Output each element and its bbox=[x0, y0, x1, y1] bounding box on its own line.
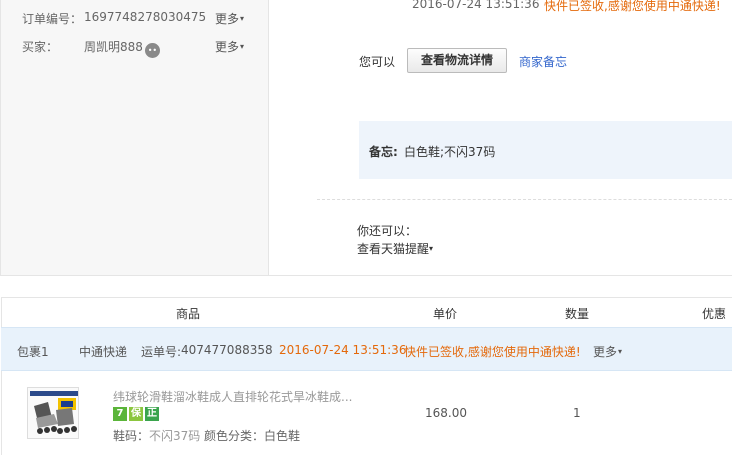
authentic-icon[interactable]: 正 bbox=[145, 407, 159, 421]
color-value: 白色鞋 bbox=[264, 429, 301, 443]
item-price: 168.00 bbox=[425, 406, 467, 420]
table-left-border bbox=[1, 297, 2, 455]
item-quantity: 1 bbox=[573, 406, 581, 420]
seller-memo-link[interactable]: 商家备忘 bbox=[519, 53, 567, 70]
product-thumbnail[interactable] bbox=[27, 387, 79, 439]
buyer-name[interactable]: 周凯明888 •• bbox=[84, 38, 160, 58]
package-carrier: 中通快递 bbox=[79, 345, 128, 359]
package-name: 包裹1 bbox=[17, 345, 49, 359]
tmall-remind-label: 查看天猫提醒 bbox=[357, 242, 430, 256]
tracking-number: 407477088358 bbox=[181, 343, 273, 357]
more-label: 更多 bbox=[215, 12, 240, 26]
buyer-label: 买家： bbox=[22, 40, 59, 54]
buyer-more-button[interactable]: 更多▾ bbox=[215, 38, 244, 55]
package-time: 2016-07-24 13:51:36 bbox=[279, 343, 407, 357]
memo-label: 备忘: bbox=[369, 145, 398, 159]
chevron-down-icon: ▾ bbox=[240, 42, 245, 51]
header-discount: 优惠 bbox=[702, 307, 727, 321]
size-value: 不闪37码 bbox=[149, 429, 201, 443]
seven-day-return-icon[interactable]: 7 bbox=[113, 407, 127, 421]
chevron-down-icon: ▾ bbox=[240, 14, 245, 23]
size-label: 鞋码： bbox=[113, 429, 150, 443]
actions-prefix: 您可以 bbox=[359, 55, 396, 69]
package-message: 快件已签收,感谢您使用中通快递! bbox=[404, 345, 581, 359]
guarantee-icon[interactable]: 保 bbox=[129, 407, 143, 421]
view-logistics-button[interactable]: 查看物流详情 bbox=[407, 48, 507, 73]
skate-image-icon bbox=[28, 388, 78, 438]
tracking-label: 运单号: bbox=[141, 345, 182, 359]
header-quantity: 数量 bbox=[565, 307, 590, 321]
dashed-divider bbox=[317, 199, 732, 200]
memo-value: 白色鞋;不闪37码 bbox=[404, 145, 496, 159]
order-no-more-button[interactable]: 更多▾ bbox=[215, 10, 244, 27]
buyer-name-text: 周凯明888 bbox=[84, 40, 143, 54]
wangwang-chat-icon[interactable]: •• bbox=[144, 43, 160, 58]
order-no-label: 订单编号： bbox=[22, 12, 83, 26]
package-more-button[interactable]: 更多▾ bbox=[593, 343, 622, 360]
service-tags: 7保正 bbox=[113, 405, 161, 421]
divider bbox=[269, 275, 732, 276]
status-time: 2016-07-24 13:51:36 bbox=[412, 0, 540, 11]
product-title-link[interactable]: 纬球轮滑鞋溜冰鞋成人直排轮花式旱冰鞋成... bbox=[113, 388, 352, 405]
header-price: 单价 bbox=[433, 307, 458, 321]
chevron-down-icon: ▾ bbox=[429, 244, 434, 253]
header-product: 商品 bbox=[176, 307, 201, 321]
more-label: 更多 bbox=[215, 40, 240, 54]
color-label: 颜色分类： bbox=[204, 429, 265, 443]
extra-prefix: 你还可以： bbox=[357, 224, 418, 238]
chevron-down-icon: ▾ bbox=[618, 347, 623, 356]
status-message: 快件已签收,感谢您使用中通快递! bbox=[544, 0, 721, 13]
tmall-remind-dropdown[interactable]: 查看天猫提醒▾ bbox=[357, 240, 433, 257]
order-no-value: 1697748278030475 bbox=[84, 10, 207, 24]
table-header bbox=[1, 297, 732, 327]
more-label: 更多 bbox=[593, 345, 618, 359]
